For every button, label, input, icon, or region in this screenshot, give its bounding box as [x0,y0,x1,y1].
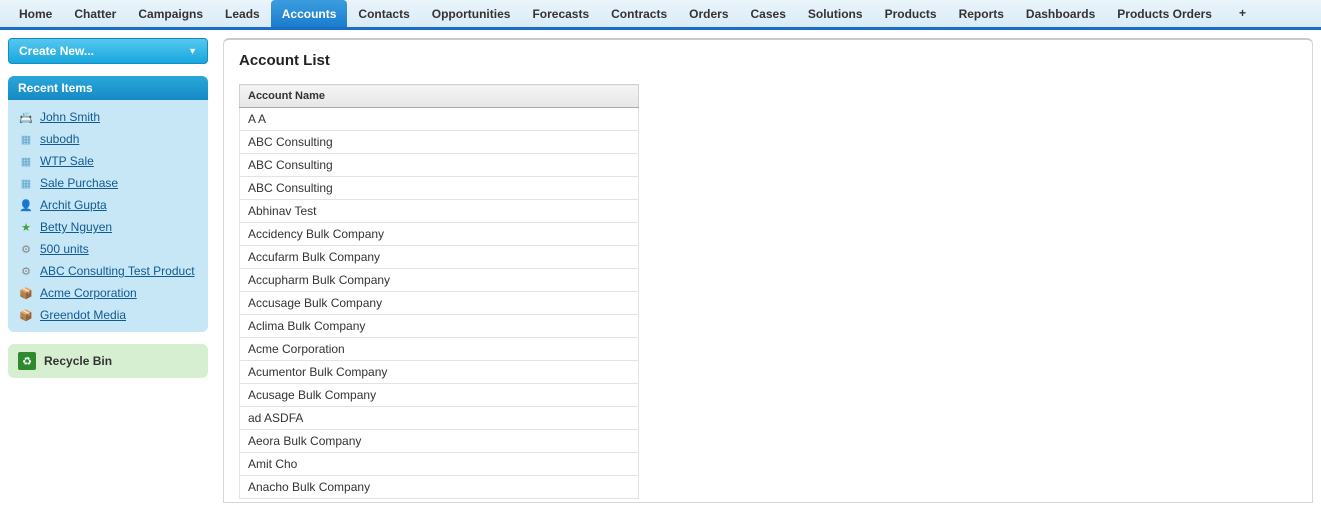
recent-items-header: Recent Items [8,76,208,100]
tab-opportunities[interactable]: Opportunities [421,0,522,27]
account-name-cell: Acumentor Bulk Company [240,361,639,384]
account-name-cell: Accupharm Bulk Company [240,269,639,292]
table-row[interactable]: ABC Consulting [240,177,639,200]
recent-item-link[interactable]: Greendot Media [40,308,126,322]
recent-item-link[interactable]: 500 units [40,242,89,256]
opportunity-icon: ▦ [18,175,34,191]
account-table: Account Name A AABC ConsultingABC Consul… [239,84,639,499]
create-new-button[interactable]: Create New... ▼ [8,38,208,64]
table-row[interactable]: A A [240,108,639,131]
account-name-cell: Accusage Bulk Company [240,292,639,315]
table-row[interactable]: Accufarm Bulk Company [240,246,639,269]
recent-item-link[interactable]: WTP Sale [40,154,94,168]
table-row[interactable]: Aeora Bulk Company [240,430,639,453]
recent-item[interactable]: ★ Betty Nguyen [12,216,204,238]
account-name-cell: ABC Consulting [240,131,639,154]
account-name-cell: ABC Consulting [240,154,639,177]
table-header-row: Account Name [240,85,639,108]
account-name-cell: Aclima Bulk Company [240,315,639,338]
recent-item[interactable]: ▦ subodh [12,128,204,150]
recent-items-panel: Recent Items 📇 John Smith ▦ subodh ▦ WTP Sale… [8,76,208,332]
tab-forecasts[interactable]: Forecasts [521,0,600,27]
create-new-label: Create New... [19,44,94,58]
table-row[interactable]: Acusage Bulk Company [240,384,639,407]
page-title: Account List [239,52,1297,69]
recent-item-link[interactable]: Sale Purchase [40,176,118,190]
layout: Create New... ▼ Recent Items 📇 John Smith… [0,30,1321,511]
tab-products[interactable]: Products [874,0,948,27]
tab-dashboards[interactable]: Dashboards [1015,0,1106,27]
tab-leads[interactable]: Leads [214,0,271,27]
recent-item[interactable]: ▦ WTP Sale [12,150,204,172]
account-name-cell: A A [240,108,639,131]
recent-item[interactable]: 📦 Acme Corporation [12,282,204,304]
table-row[interactable]: ad ASDFA [240,407,639,430]
main-content: Account List Account Name A AABC Consult… [223,38,1313,503]
tab-orders[interactable]: Orders [678,0,739,27]
recent-item-link[interactable]: Archit Gupta [40,198,107,212]
account-name-cell: Anacho Bulk Company [240,476,639,499]
person-icon: 👤 [18,197,34,213]
table-row[interactable]: Anacho Bulk Company [240,476,639,499]
recycle-bin-icon: ♻ [18,352,36,370]
recent-item-link[interactable]: subodh [40,132,79,146]
account-name-cell: Accufarm Bulk Company [240,246,639,269]
table-row[interactable]: Amit Cho [240,453,639,476]
recent-items-body: 📇 John Smith ▦ subodh ▦ WTP Sale ▦ Sale Purchas… [8,100,208,332]
tab-contracts[interactable]: Contracts [600,0,678,27]
account-name-cell: ABC Consulting [240,177,639,200]
recent-item[interactable]: ⚙ 500 units [12,238,204,260]
gear-icon: ⚙ [18,263,34,279]
account-name-cell: Acusage Bulk Company [240,384,639,407]
recent-item[interactable]: 👤 Archit Gupta [12,194,204,216]
table-row[interactable]: Abhinav Test [240,200,639,223]
tab-chatter[interactable]: Chatter [63,0,127,27]
recycle-bin-link[interactable]: ♻ Recycle Bin [8,344,208,378]
recent-item[interactable]: ▦ Sale Purchase [12,172,204,194]
table-row[interactable]: ABC Consulting [240,131,639,154]
gear-icon: ⚙ [18,241,34,257]
recent-item-link[interactable]: Betty Nguyen [40,220,112,234]
tab-campaigns[interactable]: Campaigns [127,0,214,27]
recent-item-link[interactable]: ABC Consulting Test Product [40,264,195,278]
table-row[interactable]: Accidency Bulk Company [240,223,639,246]
table-row[interactable]: Acumentor Bulk Company [240,361,639,384]
recent-item-link[interactable]: Acme Corporation [40,286,137,300]
account-name-cell: Accidency Bulk Company [240,223,639,246]
recent-item[interactable]: 📦 Greendot Media [12,304,204,326]
account-name-cell: Abhinav Test [240,200,639,223]
tab-accounts[interactable]: Accounts [271,0,348,27]
recent-item[interactable]: ⚙ ABC Consulting Test Product [12,260,204,282]
sidebar: Create New... ▼ Recent Items 📇 John Smith… [8,38,208,503]
account-name-cell: ad ASDFA [240,407,639,430]
table-row[interactable]: Accusage Bulk Company [240,292,639,315]
recent-item-link[interactable]: John Smith [40,110,100,124]
recent-item[interactable]: 📇 John Smith [12,106,204,128]
tab-contacts[interactable]: Contacts [347,0,420,27]
tab-add-icon[interactable]: + [1229,0,1256,27]
tab-cases[interactable]: Cases [740,0,797,27]
tabs: HomeChatterCampaignsLeadsAccountsContact… [0,0,1321,30]
chevron-down-icon: ▼ [188,46,197,56]
box-icon: 📦 [18,307,34,323]
tab-reports[interactable]: Reports [948,0,1015,27]
account-name-cell: Aeora Bulk Company [240,430,639,453]
opportunity-icon: ▦ [18,153,34,169]
tab-solutions[interactable]: Solutions [797,0,874,27]
account-name-cell: Acme Corporation [240,338,639,361]
table-row[interactable]: Accupharm Bulk Company [240,269,639,292]
contact-icon: 📇 [18,109,34,125]
account-name-cell: Amit Cho [240,453,639,476]
star-icon: ★ [18,219,34,235]
tab-products-orders[interactable]: Products Orders [1106,0,1223,27]
box-icon: 📦 [18,285,34,301]
table-row[interactable]: ABC Consulting [240,154,639,177]
table-row[interactable]: Acme Corporation [240,338,639,361]
tab-home[interactable]: Home [8,0,63,27]
opportunity-icon: ▦ [18,131,34,147]
table-row[interactable]: Aclima Bulk Company [240,315,639,338]
recycle-bin-label: Recycle Bin [44,354,112,368]
column-header-account-name[interactable]: Account Name [240,85,639,108]
